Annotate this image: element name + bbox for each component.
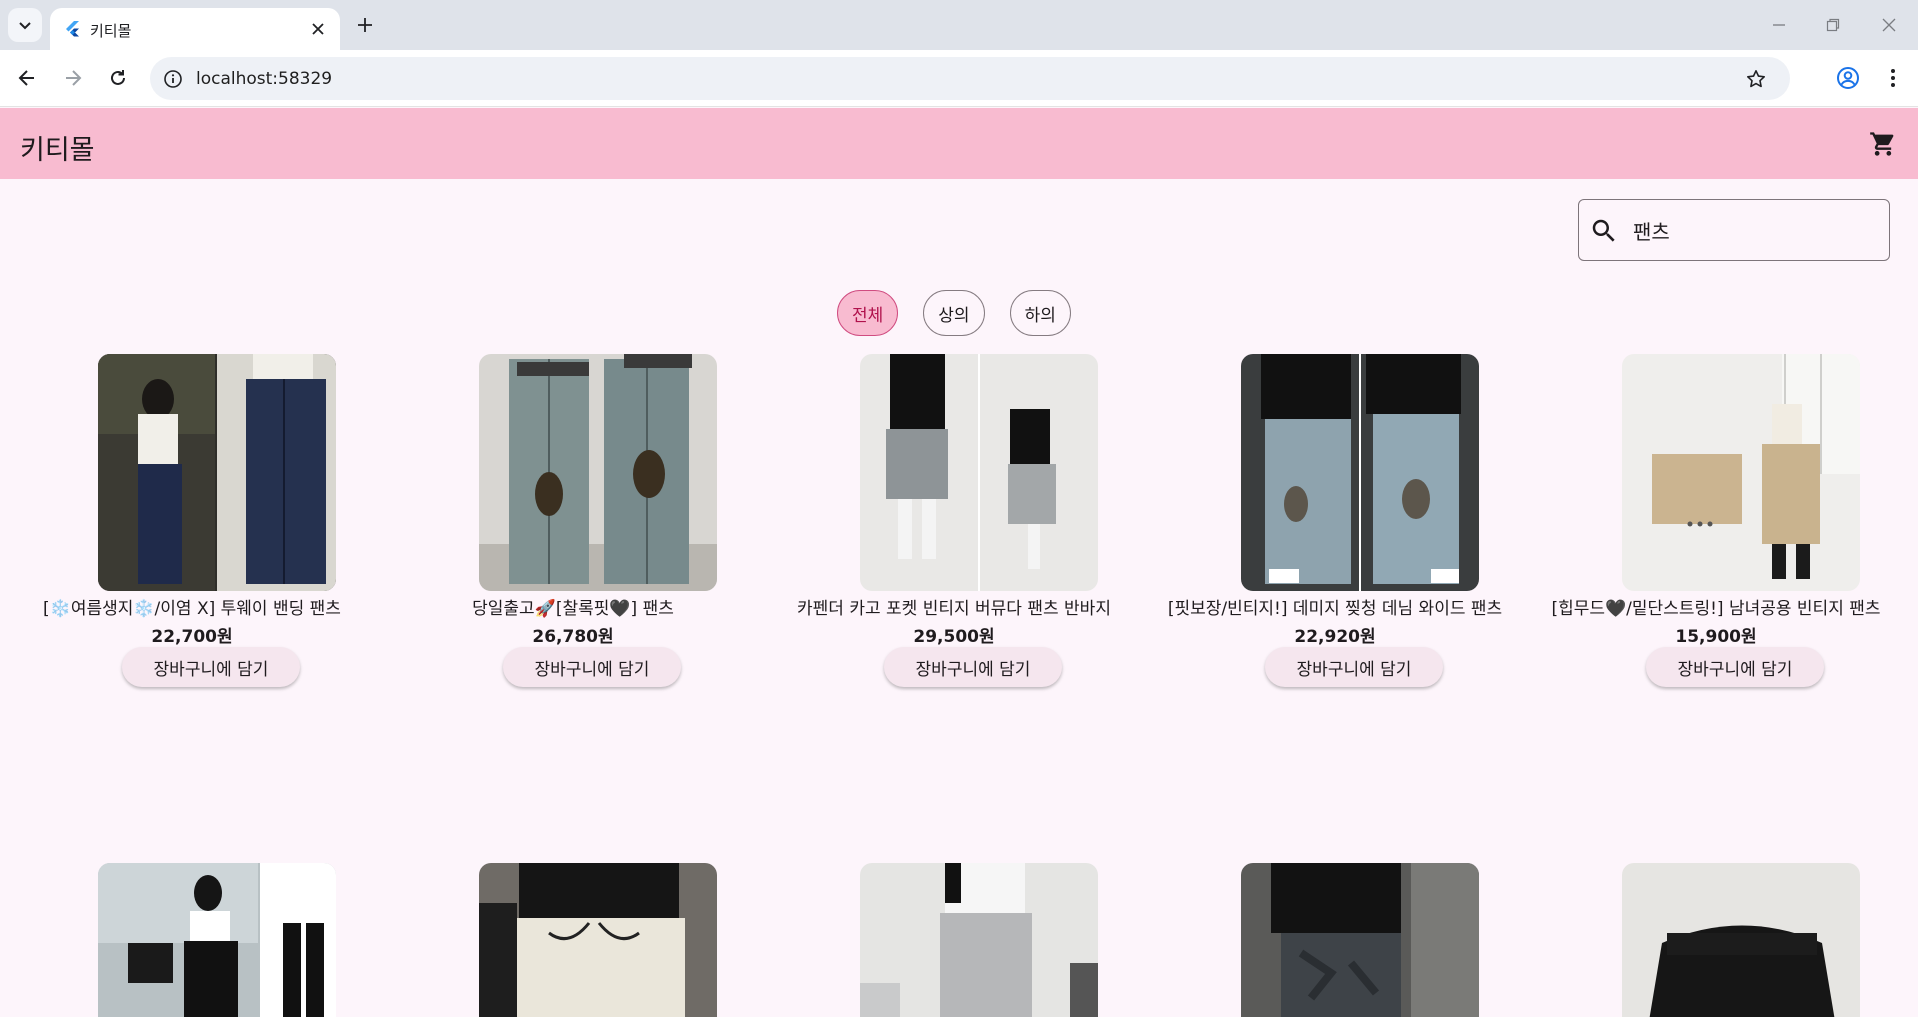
add-to-cart-button[interactable]: 장바구니에 담기 — [503, 647, 681, 687]
product-image[interactable] — [98, 863, 336, 1017]
category-filter-chips: 전체 상의 하의 — [837, 290, 1071, 336]
minimize-icon — [1773, 24, 1785, 26]
product-image[interactable] — [1241, 354, 1479, 591]
tab-search-button[interactable] — [8, 8, 42, 42]
product-image[interactable] — [860, 863, 1098, 1017]
chip-tops[interactable]: 상의 — [923, 290, 985, 336]
flutter-icon — [66, 21, 79, 37]
product-name: 당일출고🚀[찰록핏🖤] 팬츠 — [472, 599, 674, 619]
close-window-button[interactable] — [1876, 12, 1902, 38]
search-field[interactable] — [1578, 199, 1890, 261]
product-image[interactable] — [479, 863, 717, 1017]
product-card[interactable]: [❄️여름생지❄️/이염 X] 투웨이 밴딩 팬츠 22,700원 장바구니에 … — [2, 354, 382, 794]
more-vert-icon — [1891, 69, 1895, 87]
search-icon — [1592, 219, 1615, 242]
product-card[interactable] — [764, 863, 1144, 1017]
product-name: [핏보장/빈티지!] 데미지 찢청 데님 와이드 팬츠 — [1167, 599, 1503, 619]
add-to-cart-button[interactable]: 장바구니에 담기 — [122, 647, 300, 687]
forward-button[interactable] — [58, 63, 88, 93]
chip-bottoms[interactable]: 하의 — [1009, 290, 1071, 336]
browser-toolbar: localhost:58329 — [0, 50, 1918, 107]
product-card[interactable] — [1526, 863, 1906, 1017]
url-text: localhost:58329 — [196, 69, 333, 89]
arrow-left-icon — [18, 70, 34, 86]
product-card[interactable] — [1145, 863, 1525, 1017]
add-to-cart-button[interactable]: 장바구니에 담기 — [884, 647, 1062, 687]
shopping-cart-icon — [1870, 132, 1894, 156]
search-input[interactable] — [1633, 214, 1873, 246]
reload-button[interactable] — [103, 63, 133, 93]
close-tab-icon[interactable] — [308, 19, 328, 39]
product-card[interactable] — [2, 863, 382, 1017]
product-price: 29,500원 — [913, 627, 995, 647]
product-name: [힙무드🖤/밑단스트링!] 남녀공용 빈티지 팬츠 — [1551, 599, 1881, 619]
product-image[interactable] — [1622, 354, 1860, 591]
product-price: 26,780원 — [532, 627, 614, 647]
product-image[interactable] — [98, 354, 336, 591]
star-icon[interactable] — [1744, 67, 1768, 91]
address-bar[interactable]: localhost:58329 — [150, 57, 1790, 100]
product-price: 22,920원 — [1294, 627, 1376, 647]
browser-tab[interactable]: 키티몰 — [50, 8, 340, 50]
product-card[interactable]: 당일출고🚀[찰록핏🖤] 팬츠 26,780원 장바구니에 담기 — [383, 354, 763, 794]
add-to-cart-button[interactable]: 장바구니에 담기 — [1265, 647, 1443, 687]
product-image[interactable] — [860, 354, 1098, 591]
product-name: [❄️여름생지❄️/이염 X] 투웨이 밴딩 팬츠 — [43, 599, 341, 619]
app-title: 키티몰 — [20, 135, 95, 166]
product-card[interactable] — [383, 863, 763, 1017]
reload-icon — [111, 70, 125, 85]
product-image[interactable] — [1622, 863, 1860, 1017]
app-bar: 키티몰 — [0, 108, 1918, 179]
product-name: 카펜더 카고 포켓 빈티지 버뮤다 팬츠 반바지 — [797, 599, 1111, 619]
product-image[interactable] — [1241, 863, 1479, 1017]
restore-button[interactable] — [1820, 12, 1846, 38]
browser-menu-button[interactable] — [1878, 63, 1908, 93]
account-circle-icon — [1837, 67, 1859, 89]
chip-label: 전체 — [852, 305, 884, 326]
chip-label: 상의 — [938, 305, 970, 326]
product-price: 22,700원 — [151, 627, 233, 647]
chip-all[interactable]: 전체 — [837, 290, 899, 336]
cart-button[interactable] — [1866, 127, 1900, 161]
minimize-button[interactable] — [1766, 12, 1792, 38]
plus-icon — [358, 18, 372, 32]
product-card[interactable]: [힙무드🖤/밑단스트링!] 남녀공용 빈티지 팬츠 15,900원 장바구니에 … — [1526, 354, 1906, 794]
product-card[interactable]: 카펜더 카고 포켓 빈티지 버뮤다 팬츠 반바지 29,500원 장바구니에 담… — [764, 354, 1144, 794]
tab-title: 키티몰 — [90, 22, 132, 40]
restore-icon — [1826, 18, 1840, 32]
chevron-down-icon — [19, 22, 31, 30]
browser-tab-strip: 키티몰 — [0, 0, 1918, 50]
product-card[interactable]: [핏보장/빈티지!] 데미지 찢청 데님 와이드 팬츠 22,920원 장바구니… — [1145, 354, 1525, 794]
back-button[interactable] — [12, 63, 42, 93]
arrow-right-icon — [66, 70, 82, 86]
profile-button[interactable] — [1833, 63, 1863, 93]
product-image[interactable] — [479, 354, 717, 591]
info-icon[interactable] — [162, 68, 184, 90]
chip-label: 하의 — [1024, 305, 1056, 326]
close-icon — [1882, 18, 1896, 32]
product-price: 15,900원 — [1675, 627, 1757, 647]
add-to-cart-button[interactable]: 장바구니에 담기 — [1646, 647, 1824, 687]
new-tab-button[interactable] — [352, 12, 378, 38]
